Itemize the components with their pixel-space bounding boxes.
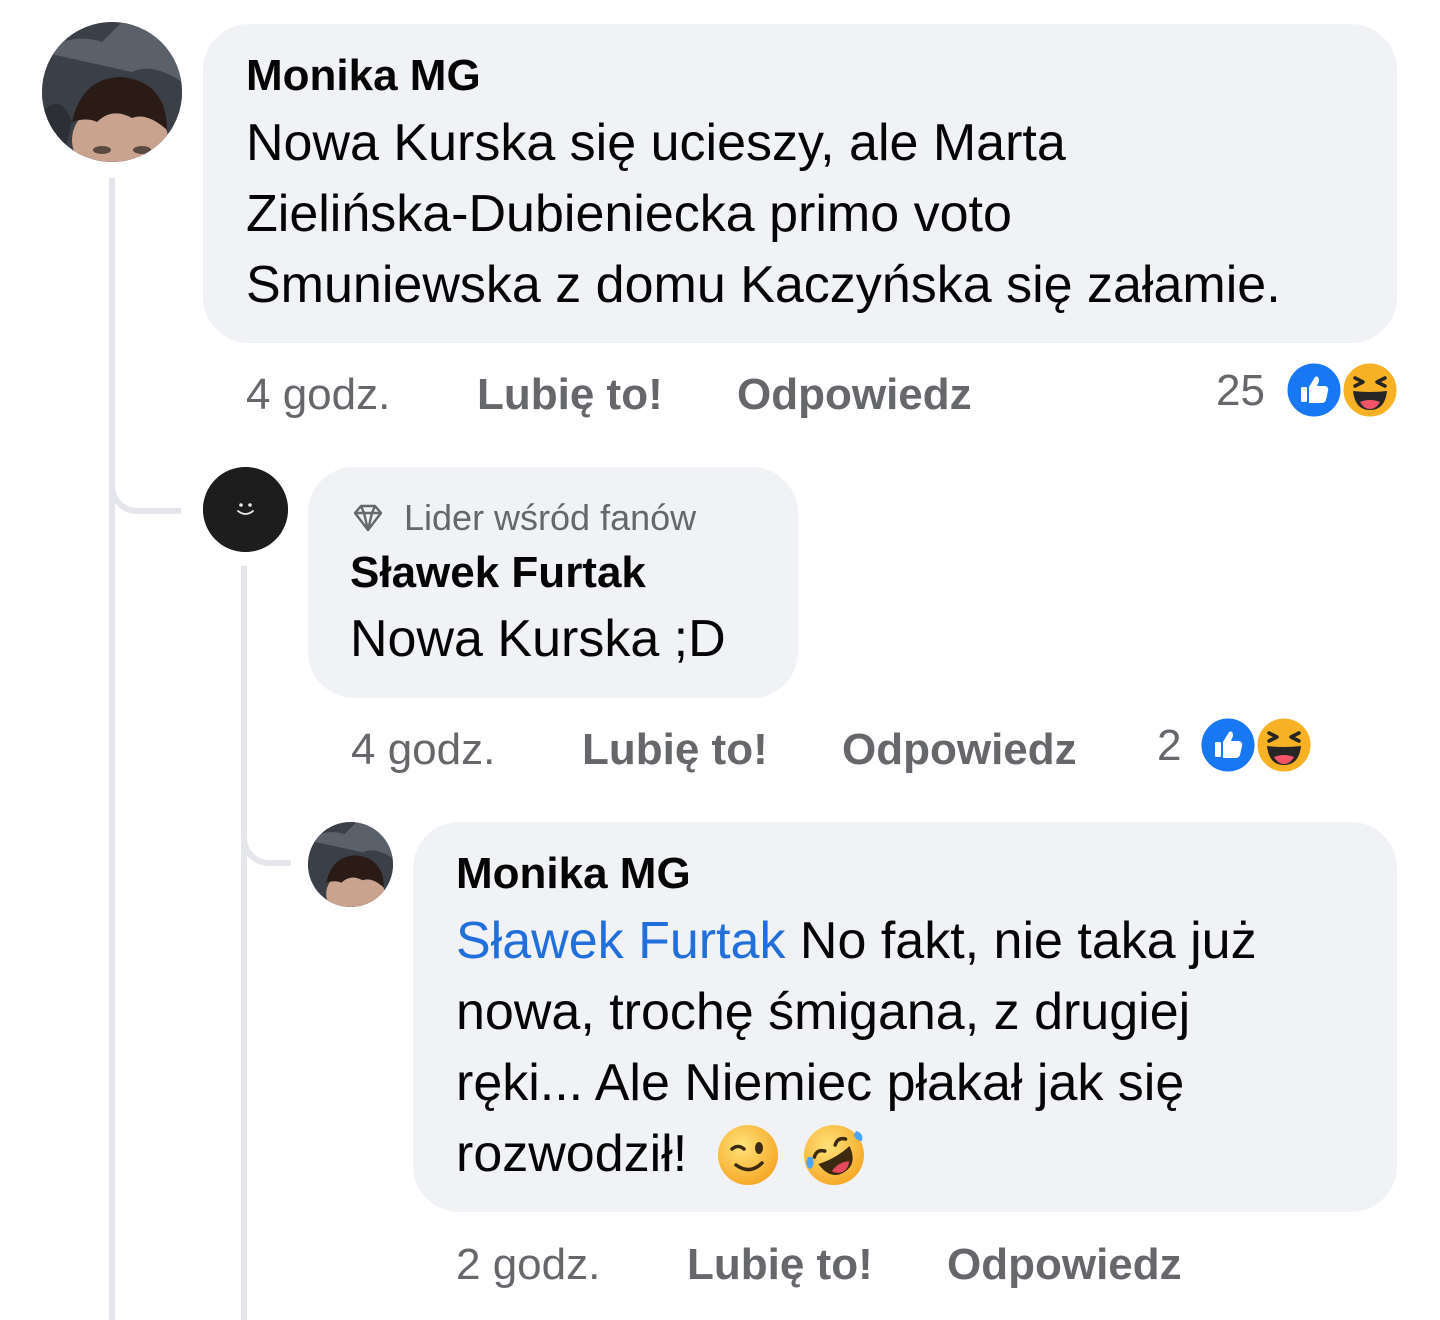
rolling-laughing-emoji: [803, 1124, 864, 1185]
reaction-count[interactable]: 2: [1157, 721, 1181, 771]
thread-line-main: [109, 178, 115, 1320]
comment-text: Nowa Kurska się ucieszy, ale Marta Zieli…: [246, 108, 1397, 321]
comment-author[interactable]: Sławek Furtak: [350, 548, 798, 598]
reply-button[interactable]: Odpowiedz: [842, 725, 1077, 775]
comment-text-line: Nowa Kurska się ucieszy, ale Marta: [246, 114, 1066, 172]
reaction-count[interactable]: 25: [1216, 366, 1265, 416]
haha-reaction-icon: [1340, 360, 1400, 420]
avatar[interactable]: [203, 467, 288, 552]
fan-badge-label: Lider wśród fanów: [404, 497, 697, 538]
thread-connector-reply-2: [241, 790, 291, 866]
comment-bubble[interactable]: Lider wśród fanów Sławek Furtak Nowa Kur…: [308, 467, 798, 698]
like-button[interactable]: Lubię to!: [687, 1240, 873, 1290]
thread-line-reply: [241, 566, 247, 1320]
fan-badge[interactable]: Lider wśród fanów: [350, 497, 798, 539]
profile-photo: [308, 822, 393, 907]
comment-bubble[interactable]: Monika MG Nowa Kurska się ucieszy, ale M…: [203, 24, 1397, 343]
reply-button[interactable]: Odpowiedz: [737, 370, 972, 420]
reaction-summary[interactable]: [1198, 715, 1316, 775]
smiley-avatar-icon: [203, 467, 288, 552]
avatar[interactable]: [308, 822, 393, 907]
like-button[interactable]: Lubię to!: [582, 725, 768, 775]
reply-button[interactable]: Odpowiedz: [947, 1240, 1182, 1290]
comment-text-segment: rozwodził!: [456, 1125, 702, 1183]
comment-text-line: nowa, trochę śmigana, z drugiej: [456, 983, 1191, 1041]
comment-text-line: Smuniewska z domu Kaczyńska się załamie.: [246, 256, 1281, 314]
diamond-icon: [353, 504, 383, 532]
comment-text-segment: No fakt, nie taka już: [785, 912, 1257, 970]
like-reaction-icon: [1284, 360, 1344, 420]
avatar[interactable]: [42, 22, 182, 162]
profile-photo: [42, 22, 182, 162]
like-button[interactable]: Lubię to!: [477, 370, 663, 420]
comment-text: Nowa Kurska ;D: [350, 610, 726, 668]
comment-text-line: Sławek Furtak No fakt, nie taka już: [456, 906, 1397, 977]
comment-text: Sławek Furtak No fakt, nie taka już nowa…: [456, 906, 1397, 1190]
comment-bubble[interactable]: Monika MG Sławek Furtak No fakt, nie tak…: [413, 822, 1397, 1212]
comment-author[interactable]: Monika MG: [456, 849, 1397, 899]
like-reaction-icon: [1198, 715, 1258, 775]
comment-text-line: Zielińska-Dubieniecka primo voto: [246, 185, 1012, 243]
thread-connector-reply-1: [109, 438, 181, 514]
comment-timestamp[interactable]: 2 godz.: [456, 1240, 600, 1290]
mention-link[interactable]: Sławek Furtak: [456, 912, 785, 970]
wink-emoji: [717, 1124, 778, 1185]
comment-timestamp[interactable]: 4 godz.: [351, 725, 495, 775]
comment-author[interactable]: Monika MG: [246, 51, 1397, 101]
haha-reaction-icon: [1254, 715, 1314, 775]
comment-text-line: rozwodził!: [456, 1119, 1397, 1190]
reaction-summary[interactable]: [1284, 360, 1402, 420]
comment-text-line: ręki... Ale Niemiec płakał jak się: [456, 1054, 1185, 1112]
comment-timestamp[interactable]: 4 godz.: [246, 370, 390, 420]
